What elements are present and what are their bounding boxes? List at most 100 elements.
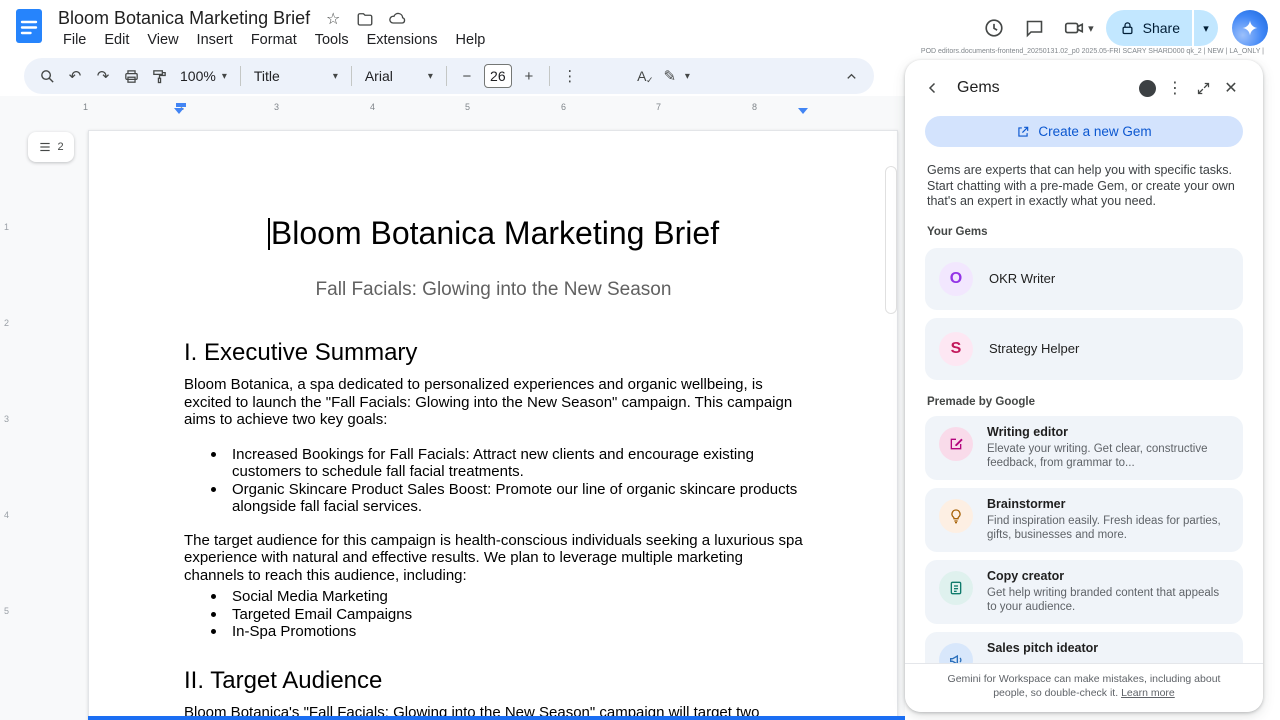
profile-icon[interactable] bbox=[1133, 74, 1161, 102]
close-icon[interactable]: ✕ bbox=[1217, 74, 1245, 102]
okr-writer-icon: O bbox=[939, 261, 973, 296]
back-icon[interactable] bbox=[919, 74, 947, 102]
kebab-menu-icon[interactable]: ⋮ bbox=[1161, 74, 1189, 102]
menu-file[interactable]: File bbox=[54, 30, 95, 50]
google-docs-logo[interactable] bbox=[16, 9, 42, 43]
menu-tools[interactable]: Tools bbox=[306, 30, 358, 50]
menu-extensions[interactable]: Extensions bbox=[358, 30, 447, 50]
hide-menus-chevron-icon[interactable] bbox=[838, 63, 864, 89]
more-options-icon[interactable]: ⋮ bbox=[557, 63, 583, 89]
tabs-count-badge: 2 bbox=[57, 141, 64, 153]
list-item[interactable]: Social Media Marketing bbox=[211, 588, 803, 606]
move-folder-icon[interactable] bbox=[356, 10, 374, 28]
undo-icon[interactable]: ↶ bbox=[62, 63, 88, 89]
your-gems-label: Your Gems bbox=[927, 225, 988, 238]
premade-by-google-label: Premade by Google bbox=[927, 395, 1036, 408]
redo-icon[interactable]: ↷ bbox=[90, 63, 116, 89]
comments-icon[interactable] bbox=[1014, 8, 1054, 48]
gem-card-sales-pitch-ideator[interactable]: Sales pitch ideator bbox=[925, 631, 1243, 663]
doc-bullet-list: Social Media Marketing Targeted Email Ca… bbox=[184, 588, 803, 641]
document-title[interactable]: Bloom Botanica Marketing Brief bbox=[58, 8, 310, 29]
editing-mode-caret-icon[interactable]: ▾ bbox=[685, 71, 690, 82]
paragraph-style-select[interactable]: Title ▾ bbox=[248, 63, 344, 89]
gem-card-writing-editor[interactable]: Writing editor Elevate your writing. Get… bbox=[925, 415, 1243, 480]
menu-insert[interactable]: Insert bbox=[188, 30, 242, 50]
list-item[interactable]: In-Spa Promotions bbox=[211, 623, 803, 641]
writing-editor-icon bbox=[939, 426, 973, 461]
chevron-down-icon: ▾ bbox=[427, 70, 433, 82]
document-page[interactable]: Bloom Botanica Marketing Brief Fall Faci… bbox=[88, 130, 898, 720]
list-item[interactable]: Organic Skincare Product Sales Boost: Pr… bbox=[211, 481, 803, 516]
star-icon[interactable]: ☆ bbox=[324, 10, 342, 28]
share-label: Share bbox=[1142, 20, 1180, 36]
gem-card-strategy-helper[interactable]: S Strategy Helper bbox=[925, 317, 1243, 380]
video-call-caret-icon[interactable]: ▾ bbox=[1088, 22, 1094, 35]
search-menus-icon[interactable] bbox=[34, 63, 60, 89]
gemini-button[interactable] bbox=[1232, 10, 1268, 46]
expand-panel-icon[interactable] bbox=[1189, 74, 1217, 102]
editing-mode-pen-icon[interactable]: ✎ bbox=[657, 63, 683, 89]
learn-more-link[interactable]: Learn more bbox=[1121, 687, 1175, 699]
gem-card-brainstormer[interactable]: Brainstormer Find inspiration easily. Fr… bbox=[925, 487, 1243, 552]
gems-side-panel: Gems ⋮ ✕ Create a new Gem Gems are exper… bbox=[905, 60, 1263, 712]
gems-panel-header: Gems ⋮ ✕ bbox=[905, 60, 1263, 108]
document-tabs-button[interactable]: 2 bbox=[28, 132, 74, 162]
list-item[interactable]: Targeted Email Campaigns bbox=[211, 606, 803, 624]
cloud-status-icon[interactable] bbox=[388, 10, 406, 28]
menu-help[interactable]: Help bbox=[447, 30, 495, 50]
increase-font-size-button[interactable]: + bbox=[516, 63, 542, 89]
chevron-down-icon: ▾ bbox=[221, 70, 227, 82]
google-docs-window: Bloom Botanica Marketing Brief ☆ File Ed… bbox=[0, 0, 1280, 720]
menu-format[interactable]: Format bbox=[242, 30, 306, 50]
doc-paragraph[interactable]: Bloom Botanica, a spa dedicated to perso… bbox=[184, 376, 803, 429]
brainstormer-bulb-icon bbox=[939, 498, 973, 533]
left-indent-marker[interactable] bbox=[174, 108, 184, 114]
menu-bar: File Edit View Insert Format Tools Exten… bbox=[54, 30, 494, 50]
chevron-down-icon: ▾ bbox=[332, 70, 338, 82]
print-icon[interactable] bbox=[118, 63, 144, 89]
spell-check-icon[interactable]: A ✓ bbox=[629, 63, 655, 89]
doc-heading-1[interactable]: I. Executive Summary bbox=[184, 339, 803, 367]
premade-gems-list: Writing editor Elevate your writing. Get… bbox=[905, 408, 1263, 663]
strategy-helper-icon: S bbox=[939, 331, 973, 366]
gems-description: Gems are experts that can help you with … bbox=[927, 163, 1235, 208]
gem-card-okr-writer[interactable]: O OKR Writer bbox=[925, 247, 1243, 310]
paint-format-icon[interactable] bbox=[146, 63, 172, 89]
gemini-spark-icon bbox=[1242, 20, 1258, 36]
gemini-disclaimer: Gemini for Workspace can make mistakes, … bbox=[905, 663, 1263, 712]
document-area: 1 2 3 4 5 6 7 8 1 2 3 4 5 Bloom Botanica… bbox=[0, 96, 905, 720]
copy-creator-doc-icon bbox=[939, 570, 973, 605]
decrease-font-size-button[interactable]: − bbox=[454, 63, 480, 89]
right-indent-marker[interactable] bbox=[798, 108, 808, 114]
sales-pitch-icon bbox=[939, 642, 973, 663]
doc-heading-title[interactable]: Bloom Botanica Marketing Brief bbox=[184, 213, 803, 253]
lock-icon bbox=[1122, 21, 1133, 34]
zoom-select[interactable]: 100% ▾ bbox=[174, 63, 233, 89]
gem-card-copy-creator[interactable]: Copy creator Get help writing branded co… bbox=[925, 559, 1243, 624]
toolbar: ↶ ↷ 100% ▾ Title ▾ Arial ▾ − 26 + ⋮ A ✓ ✎ ▾ bbox=[24, 58, 874, 94]
list-item[interactable]: Increased Bookings for Fall Facials: Att… bbox=[211, 446, 803, 481]
vertical-ruler: 1 2 3 4 5 bbox=[4, 222, 10, 616]
open-in-new-icon bbox=[1018, 126, 1029, 137]
first-line-indent-marker[interactable] bbox=[176, 103, 186, 107]
bottom-blue-bar bbox=[88, 716, 905, 720]
share-button[interactable]: Share bbox=[1105, 10, 1192, 46]
doc-paragraph[interactable]: The target audience for this campaign is… bbox=[184, 532, 803, 585]
font-select[interactable]: Arial ▾ bbox=[359, 63, 439, 89]
menu-view[interactable]: View bbox=[138, 30, 187, 50]
horizontal-ruler: 1 2 3 4 5 6 7 8 bbox=[0, 100, 905, 116]
doc-subtitle[interactable]: Fall Facials: Glowing into the New Seaso… bbox=[184, 279, 803, 301]
share-dropdown-caret[interactable]: ▾ bbox=[1192, 10, 1218, 46]
doc-bullet-list: Increased Bookings for Fall Facials: Att… bbox=[184, 446, 803, 516]
version-history-icon[interactable] bbox=[974, 8, 1014, 48]
build-debug-text: POD editors.documents-frontend_20250131.… bbox=[920, 48, 1264, 55]
create-gem-button[interactable]: Create a new Gem bbox=[925, 116, 1243, 147]
vertical-scrollbar[interactable] bbox=[885, 166, 897, 314]
gems-panel-title: Gems bbox=[957, 79, 1000, 96]
font-size-input[interactable]: 26 bbox=[483, 64, 512, 88]
text-cursor bbox=[267, 218, 270, 250]
tabs-list-icon bbox=[40, 142, 51, 152]
menu-edit[interactable]: Edit bbox=[95, 30, 138, 50]
titlebar: Bloom Botanica Marketing Brief ☆ File Ed… bbox=[0, 0, 1280, 56]
doc-heading-2[interactable]: II. Target Audience bbox=[184, 667, 803, 695]
